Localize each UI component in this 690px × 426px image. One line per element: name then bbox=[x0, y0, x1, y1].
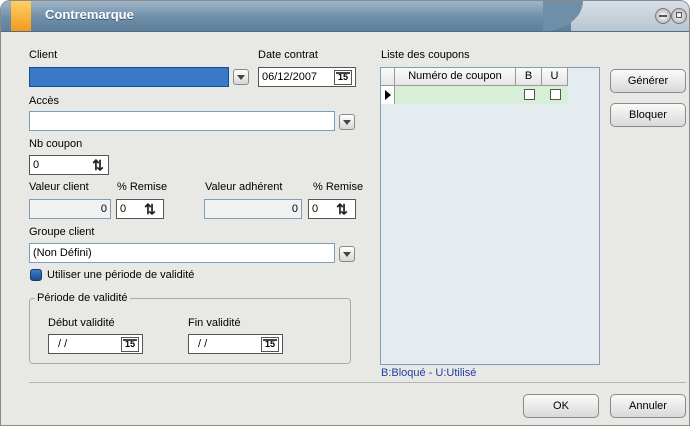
ok-button[interactable]: OK bbox=[523, 394, 599, 418]
groupe-client-dropdown-button[interactable] bbox=[339, 246, 355, 262]
title-bar[interactable]: Contremarque bbox=[1, 1, 689, 32]
row-selector[interactable] bbox=[381, 86, 395, 104]
valeur-client-label: Valeur client bbox=[29, 181, 89, 193]
nb-coupon-value: 0 bbox=[33, 159, 40, 171]
client-label: Client bbox=[29, 49, 58, 61]
remise1-spin-icon[interactable]: ⇅ bbox=[141, 201, 159, 217]
use-validity-checkbox[interactable] bbox=[30, 269, 42, 281]
maximize-icon bbox=[676, 12, 682, 18]
remise2-label: % Remise bbox=[313, 181, 364, 193]
valeur-client-field[interactable]: 0 bbox=[29, 199, 111, 219]
groupe-client-combo[interactable]: (Non Défini) bbox=[29, 243, 335, 263]
valeur-adherent-field[interactable]: 0 bbox=[204, 199, 302, 219]
use-validity-label: Utiliser une période de validité bbox=[47, 269, 195, 281]
window-title: Contremarque bbox=[45, 7, 134, 22]
groupe-client-label: Groupe client bbox=[29, 226, 95, 238]
client-dropdown-button[interactable] bbox=[233, 69, 249, 85]
generer-button[interactable]: Générer bbox=[610, 69, 686, 93]
acces-label: Accès bbox=[29, 95, 59, 107]
nb-coupon-label: Nb coupon bbox=[29, 138, 83, 150]
grid-header-numero[interactable]: Numéro de coupon bbox=[395, 68, 516, 86]
bloquer-button[interactable]: Bloquer bbox=[610, 103, 686, 127]
acces-combo[interactable] bbox=[29, 111, 335, 131]
validity-period-group bbox=[29, 298, 351, 364]
acces-dropdown-button[interactable] bbox=[339, 114, 355, 130]
maximize-button[interactable] bbox=[671, 8, 687, 24]
table-row[interactable] bbox=[395, 86, 568, 104]
validity-period-title: Période de validité bbox=[35, 292, 130, 304]
footer-separator bbox=[29, 382, 686, 383]
remise1-value: 0 bbox=[120, 203, 127, 215]
coupon-list-label: Liste des coupons bbox=[381, 49, 470, 61]
title-accent bbox=[11, 1, 31, 31]
coupon-legend: B:Bloqué - U:Utilisé bbox=[381, 367, 477, 379]
date-contrat-label: Date contrat bbox=[258, 49, 318, 61]
minimize-icon bbox=[659, 15, 667, 17]
remise1-label: % Remise bbox=[117, 181, 168, 193]
row-b-checkbox[interactable] bbox=[524, 89, 535, 100]
grid-corner-header bbox=[381, 68, 395, 86]
remise2-spin-icon[interactable]: ⇅ bbox=[333, 201, 351, 217]
client-combo[interactable] bbox=[29, 67, 229, 87]
debut-validite-label: Début validité bbox=[48, 317, 115, 329]
fin-validite-label: Fin validité bbox=[188, 317, 241, 329]
grid-header-u[interactable]: U bbox=[542, 68, 568, 86]
grid-header-b[interactable]: B bbox=[516, 68, 542, 86]
current-row-arrow-icon bbox=[385, 90, 391, 100]
fin-validite-calendar-icon[interactable]: 15 bbox=[261, 337, 279, 352]
date-contrat-value: 06/12/2007 bbox=[262, 71, 318, 83]
remise2-value: 0 bbox=[312, 203, 319, 215]
debut-validite-calendar-icon[interactable]: 15 bbox=[121, 337, 139, 352]
debut-validite-value: / / bbox=[58, 338, 68, 350]
annuler-button[interactable]: Annuler bbox=[610, 394, 686, 418]
date-contrat-calendar-icon[interactable]: 15 bbox=[334, 70, 352, 85]
coupon-grid[interactable]: Numéro de coupon B U bbox=[380, 67, 600, 365]
nb-coupon-spin-icon[interactable]: ⇅ bbox=[89, 157, 107, 173]
valeur-adherent-label: Valeur adhérent bbox=[205, 181, 283, 193]
title-bar-controls-area bbox=[543, 1, 689, 31]
contremarque-window: Contremarque Client Date contrat 06/12/2… bbox=[0, 0, 690, 426]
row-u-checkbox[interactable] bbox=[550, 89, 561, 100]
minimize-button[interactable] bbox=[655, 8, 671, 24]
fin-validite-value: / / bbox=[198, 338, 208, 350]
